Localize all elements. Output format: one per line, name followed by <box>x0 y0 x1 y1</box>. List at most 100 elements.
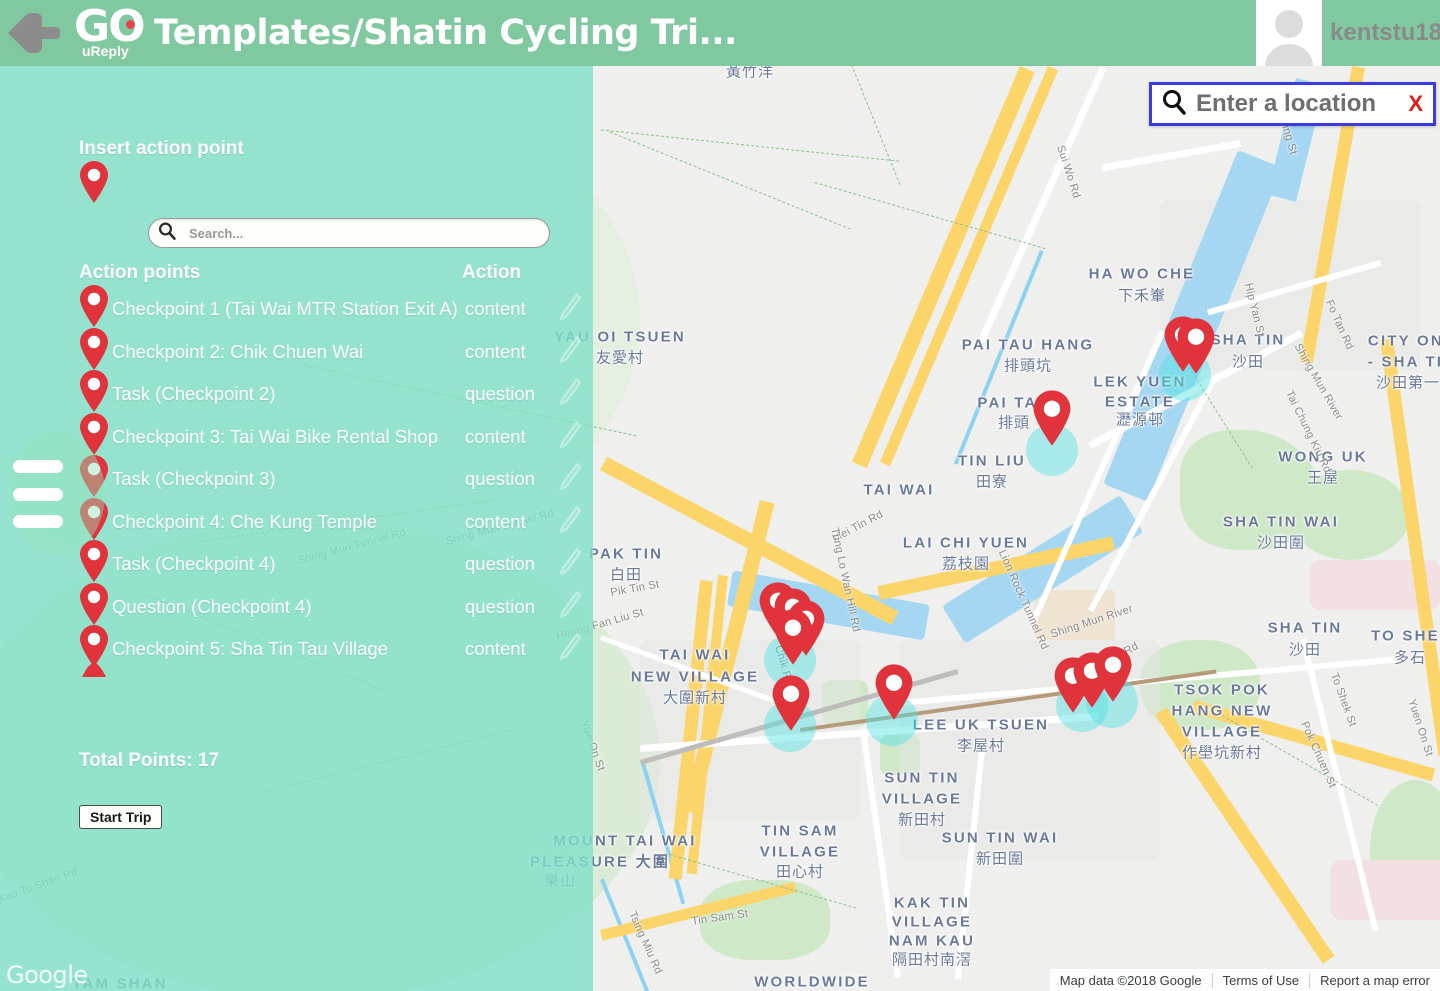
map-pin-icon[interactable] <box>77 327 111 371</box>
action-point-type: question <box>465 595 535 617</box>
map-place-label: HANG NEW <box>1171 702 1273 720</box>
location-search-box[interactable]: X <box>1149 82 1436 126</box>
pencil-icon[interactable] <box>558 462 582 497</box>
header-user-area: kentstu18l <box>1256 0 1440 66</box>
map-place-label: KAK TIN <box>893 894 971 912</box>
action-point-label: Question (Checkpoint 4) <box>112 595 312 617</box>
pencil-icon[interactable] <box>558 589 582 624</box>
insert-action-point-pin-icon[interactable] <box>77 160 111 204</box>
map-place-label: 沙田 <box>1288 641 1322 659</box>
action-point-type: content <box>465 340 526 362</box>
app-header: GO uReply Templates/Shatin Cycling Tri..… <box>0 0 1440 66</box>
action-point-row[interactable]: Task (Checkpoint 4) question <box>0 540 593 586</box>
action-point-type: question <box>465 383 535 405</box>
insert-action-point-label: Insert action point <box>79 138 244 159</box>
map-marker-pin-icon[interactable] <box>770 608 816 666</box>
map-place-label: 新田村 <box>897 811 947 829</box>
map-place-label: TSOK POK <box>1174 681 1270 699</box>
column-header-action-points: Action points <box>79 262 201 283</box>
hamburger-menu-icon[interactable] <box>9 432 105 556</box>
action-point-type: question <box>465 468 535 490</box>
map-place-label: 作壆坑新村 <box>1181 744 1263 762</box>
logo-ureply-text: uReply <box>82 43 129 59</box>
map-pin-icon[interactable] <box>77 284 111 328</box>
map-attribution-bar: Map data ©2018 Google Terms of Use Repor… <box>1049 969 1440 991</box>
pencil-icon[interactable] <box>558 292 582 327</box>
action-point-label: Checkpoint 5: Sha Tin Tau Village <box>112 638 388 660</box>
hamburger-bar <box>13 460 63 473</box>
action-point-type: content <box>465 425 526 447</box>
action-point-type: content <box>465 510 526 532</box>
action-point-row[interactable]: Task (Checkpoint 2) question <box>0 370 593 416</box>
map-place-label: SUN TIN <box>884 769 960 787</box>
pencil-icon[interactable] <box>558 504 582 539</box>
map-place-label: 排頭坑 <box>1003 357 1053 375</box>
search-icon <box>1160 88 1188 121</box>
map-place-label: SHA TIN <box>1210 331 1286 349</box>
map-place-label: 沙田第一城 <box>1375 374 1440 392</box>
map-place-label: 荔枝園 <box>941 555 991 573</box>
map-pin-icon[interactable] <box>77 624 111 668</box>
map-place-label: 友愛村 <box>595 349 645 367</box>
clear-location-button[interactable]: X <box>1408 91 1423 117</box>
map-place-label: 沙田圍 <box>1256 534 1306 552</box>
map-pin-icon[interactable] <box>77 369 111 413</box>
action-points-search-input[interactable] <box>189 225 519 241</box>
action-point-label: Task (Checkpoint 2) <box>112 383 276 405</box>
map-marker-pin-icon[interactable] <box>1029 389 1075 447</box>
map-marker-pin-icon[interactable] <box>1173 317 1219 375</box>
map-pin-icon[interactable] <box>77 582 111 626</box>
map-place-label: 隔田村南滘 <box>891 951 973 969</box>
action-points-search-box[interactable] <box>148 218 550 248</box>
map-place-label: ESTATE <box>1104 393 1176 411</box>
pencil-icon[interactable] <box>558 419 582 454</box>
map-trail <box>609 131 851 230</box>
map-place-label: SHA TIN WAI <box>1222 513 1340 531</box>
column-header-action: Action <box>462 262 522 283</box>
action-point-type: content <box>465 298 526 320</box>
logo-red-dot <box>126 20 135 29</box>
map-place-label: 田心村 <box>775 863 825 881</box>
map-place-label: 排頭 <box>997 414 1031 432</box>
pencil-icon[interactable] <box>558 334 582 369</box>
map-place-label: VILLAGE <box>891 913 973 931</box>
map-place-label: VILLAGE <box>1181 723 1263 741</box>
action-point-row[interactable]: Checkpoint 1 (Tai Wai MTR Station Exit A… <box>0 285 593 331</box>
pencil-icon[interactable] <box>558 377 582 412</box>
action-point-label: Checkpoint 4: Che Kung Temple <box>112 510 377 532</box>
pencil-icon[interactable] <box>558 547 582 582</box>
hamburger-bar <box>13 515 63 528</box>
user-avatar-icon[interactable] <box>1256 0 1322 66</box>
map-place-label: 多石 <box>1393 649 1427 667</box>
map-place-label: TIN LIU <box>958 452 1026 470</box>
map-place-label: VILLAGE <box>759 843 841 861</box>
map-place-label: - SHA TIN <box>1367 353 1440 371</box>
action-point-row[interactable]: Checkpoint 2: Chik Chuen Wai content <box>0 327 593 374</box>
map-place-label: SHA TIN <box>1267 619 1343 637</box>
action-point-row[interactable]: Question (Checkpoint 4) question <box>0 582 593 629</box>
google-logo: Google <box>6 961 88 989</box>
total-points-label: Total Points: 17 <box>79 750 220 771</box>
report-map-error-link[interactable]: Report a map error <box>1309 972 1440 988</box>
page-title: Templates/Shatin Cycling Tri... <box>154 13 737 53</box>
map-place-label: CITY ONE <box>1367 332 1440 350</box>
map-place-label: 田寮 <box>975 473 1009 491</box>
map-place-label: NEW VILLAGE <box>630 668 760 686</box>
back-arrow-icon[interactable] <box>6 8 64 58</box>
map-marker-pin-icon[interactable] <box>871 663 917 721</box>
map-place-label: SUN TIN WAI <box>941 829 1059 847</box>
map-place-label: 新田圍 <box>975 850 1025 868</box>
map-marker-pin-icon[interactable] <box>1090 645 1136 703</box>
location-search-input[interactable] <box>1196 90 1381 118</box>
map-marker-pin-icon[interactable] <box>768 674 814 732</box>
map-place-label: 瀝源邨 <box>1115 411 1165 429</box>
map-trail <box>814 181 1046 250</box>
pencil-icon[interactable] <box>558 632 582 667</box>
hamburger-bar <box>13 487 63 501</box>
map-place-label: TAI WAI <box>659 646 731 664</box>
map-place-label: HA WO CHE <box>1088 265 1196 283</box>
username-label[interactable]: kentstu18l <box>1330 19 1440 47</box>
search-icon <box>157 221 177 246</box>
terms-of-use-link[interactable]: Terms of Use <box>1211 972 1310 988</box>
start-trip-button[interactable]: Start Trip <box>79 805 163 829</box>
